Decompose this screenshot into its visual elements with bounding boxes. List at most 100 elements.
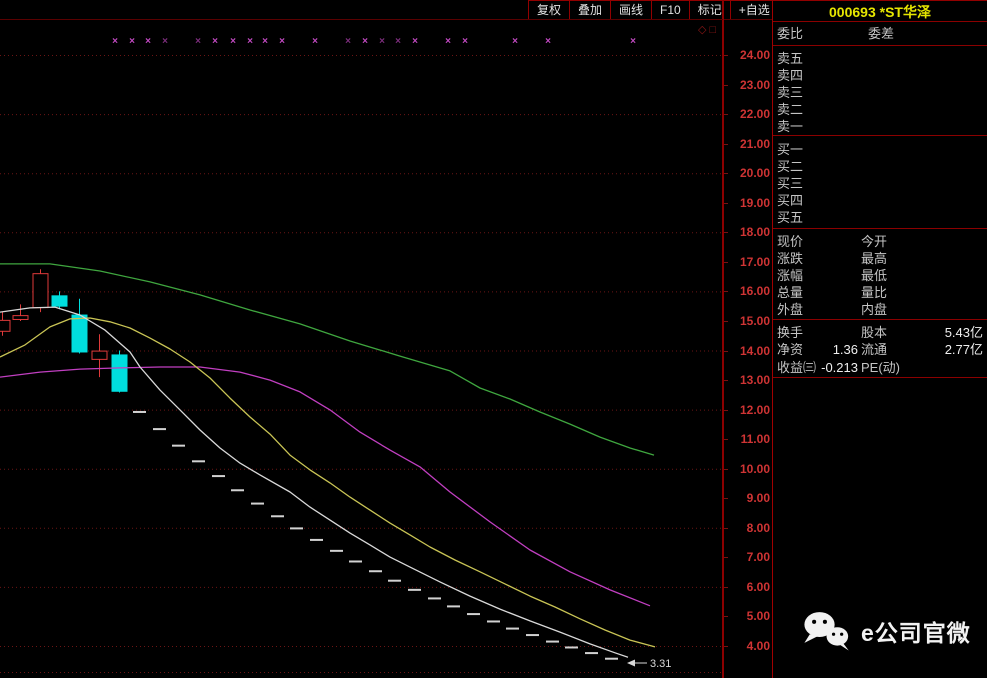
limit-down-candle[interactable]	[447, 605, 460, 607]
event-marker-icon[interactable]: ×	[262, 36, 268, 47]
toolbar-button[interactable]: 复权	[528, 1, 569, 19]
candle-body[interactable]	[112, 355, 127, 391]
event-marker-icon[interactable]: ×	[162, 36, 168, 47]
limit-down-candle[interactable]	[192, 460, 205, 462]
axis-tick-mark	[724, 469, 728, 470]
toolbar-button[interactable]: 画线	[610, 1, 651, 19]
candle-body[interactable]	[13, 316, 28, 320]
kline-chart[interactable]: ×××××××××××××××××××××3.31	[0, 0, 723, 678]
info-label: 总量	[777, 284, 803, 301]
axis-tick-label: 20.00	[740, 166, 770, 180]
quote-info-row: 收益㈢-0.213PE(动)	[773, 359, 987, 376]
sell-level-row[interactable]: 卖二	[773, 101, 987, 118]
limit-down-candle[interactable]	[487, 620, 500, 622]
limit-down-candle[interactable]	[153, 428, 166, 430]
event-marker-icon[interactable]: ×	[112, 36, 118, 47]
buy-level-row[interactable]: 买五	[773, 209, 987, 226]
limit-down-candle[interactable]	[290, 527, 303, 529]
limit-down-candle[interactable]	[546, 641, 559, 643]
axis-tick-label: 6.00	[747, 580, 770, 594]
toolbar-button[interactable]: F10	[651, 1, 689, 19]
info-label: 净资	[777, 341, 803, 358]
axis-tick-mark	[724, 173, 728, 174]
axis-tick-label: 21.00	[740, 137, 770, 151]
axis-tick-label: 5.00	[747, 609, 770, 623]
candle-body[interactable]	[52, 296, 67, 306]
limit-down-candle[interactable]	[133, 411, 146, 413]
axis-tick-label: 17.00	[740, 255, 770, 269]
limit-down-candle[interactable]	[408, 589, 421, 591]
limit-down-candle[interactable]	[172, 445, 185, 447]
event-marker-icon[interactable]: ×	[129, 36, 135, 47]
ma-yellow-line	[0, 318, 655, 647]
limit-down-candle[interactable]	[349, 560, 362, 562]
limit-down-candle[interactable]	[428, 597, 441, 599]
sell-level-row[interactable]: 卖一	[773, 118, 987, 135]
event-marker-icon[interactable]: ×	[230, 36, 236, 47]
event-marker-icon[interactable]: ×	[212, 36, 218, 47]
info-label: 内盘	[861, 301, 887, 318]
axis-tick-mark	[724, 85, 728, 86]
event-marker-icon[interactable]: ×	[395, 36, 401, 47]
quote-info-row: 换手股本5.43亿	[773, 324, 987, 341]
event-marker-icon[interactable]: ×	[545, 36, 551, 47]
event-marker-icon[interactable]: ×	[630, 36, 636, 47]
candlesticks	[0, 269, 127, 392]
sell-level-label: 卖二	[777, 101, 803, 118]
toolbar-button[interactable]: 叠加	[569, 1, 610, 19]
limit-down-candle[interactable]	[585, 652, 598, 654]
info-label: 量比	[861, 284, 887, 301]
limit-down-candle[interactable]	[212, 475, 225, 477]
buy-level-label: 买五	[777, 209, 803, 226]
event-marker-icon[interactable]: ×	[312, 36, 318, 47]
sell-level-row[interactable]: 卖五	[773, 50, 987, 67]
sell-level-row[interactable]: 卖四	[773, 67, 987, 84]
event-marker-icon[interactable]: ×	[145, 36, 151, 47]
event-marker-icon[interactable]: ×	[512, 36, 518, 47]
limit-down-candle[interactable]	[506, 628, 519, 630]
event-marker-icon[interactable]: ×	[445, 36, 451, 47]
buy-level-row[interactable]: 买四	[773, 192, 987, 209]
window-icon[interactable]: □	[709, 24, 719, 36]
quote-info-row: 外盘内盘	[773, 301, 987, 318]
limit-down-candle[interactable]	[310, 539, 323, 541]
info-label: 今开	[861, 233, 887, 250]
limit-down-candle[interactable]	[565, 646, 578, 648]
info-label: PE(动)	[861, 359, 900, 376]
buy-level-row[interactable]: 买一	[773, 141, 987, 158]
panel-separator	[773, 228, 987, 229]
info-label: 最高	[861, 250, 887, 267]
event-marker-icon[interactable]: ×	[362, 36, 368, 47]
event-marker-icon[interactable]: ×	[195, 36, 201, 47]
diamond-icon[interactable]: ◇	[698, 24, 709, 36]
candle-body[interactable]	[0, 320, 10, 331]
price-axis: 24.0023.0022.0021.0020.0019.0018.0017.00…	[723, 0, 773, 678]
axis-tick-mark	[724, 439, 728, 440]
event-marker-icon[interactable]: ×	[279, 36, 285, 47]
limit-down-candle[interactable]	[467, 613, 480, 615]
buy-level-row[interactable]: 买三	[773, 175, 987, 192]
event-marker-icon[interactable]: ×	[345, 36, 351, 47]
axis-tick-mark	[724, 262, 728, 263]
limit-down-candle[interactable]	[251, 503, 264, 505]
axis-tick-mark	[724, 232, 728, 233]
candle-body[interactable]	[72, 315, 87, 352]
candle-body[interactable]	[92, 351, 107, 359]
limit-down-candle[interactable]	[369, 570, 382, 572]
candle-body[interactable]	[33, 274, 48, 308]
event-marker-icon[interactable]: ×	[462, 36, 468, 47]
limit-down-candle[interactable]	[231, 489, 244, 491]
axis-tick-label: 23.00	[740, 78, 770, 92]
sell-level-row[interactable]: 卖三	[773, 84, 987, 101]
limit-down-candle[interactable]	[526, 634, 539, 636]
limit-down-candle[interactable]	[388, 580, 401, 582]
axis-tick-label: 11.00	[741, 432, 770, 446]
event-marker-icon[interactable]: ×	[412, 36, 418, 47]
axis-tick-label: 8.00	[747, 521, 770, 535]
limit-down-candle[interactable]	[330, 550, 343, 552]
limit-down-candle[interactable]	[271, 515, 284, 517]
buy-level-row[interactable]: 买二	[773, 158, 987, 175]
event-marker-icon[interactable]: ×	[247, 36, 253, 47]
limit-down-candle[interactable]	[605, 658, 618, 660]
event-marker-icon[interactable]: ×	[379, 36, 385, 47]
